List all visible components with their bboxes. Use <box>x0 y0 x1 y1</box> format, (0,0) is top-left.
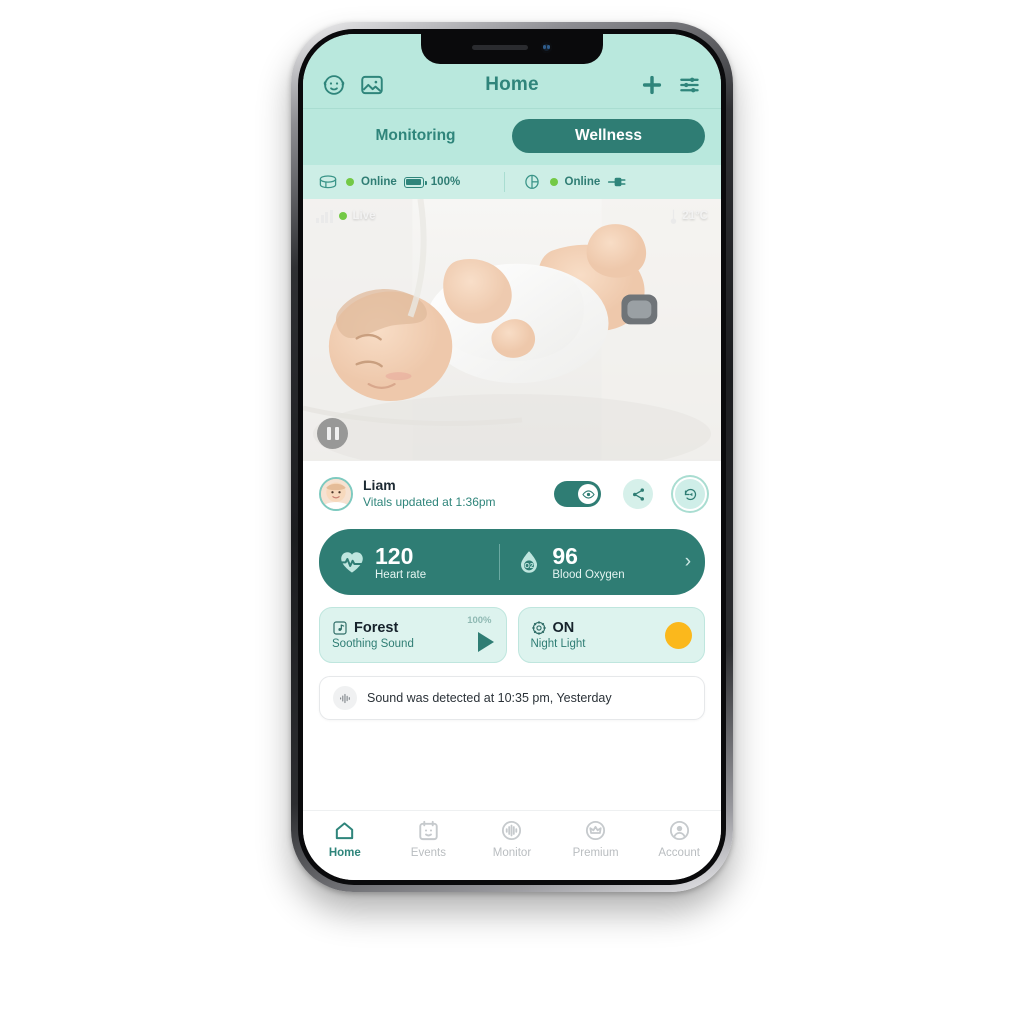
device-status-sock[interactable]: Online 100% <box>317 172 504 192</box>
tab-premium-label: Premium <box>572 847 619 859</box>
night-light-tile[interactable]: ON Night Light <box>517 607 705 663</box>
vitals-card[interactable]: 120 Heart rate O2 96 Blood Oxygen › <box>319 529 705 595</box>
video-visibility-toggle[interactable] <box>554 481 601 507</box>
temperature-label: 21°C <box>682 210 708 222</box>
control-tiles: Forest Soothing Sound 100% ON Night Ligh… <box>319 607 705 663</box>
svg-text:O2: O2 <box>525 563 534 570</box>
device-status-label: Online <box>361 176 397 188</box>
music-note-icon <box>332 620 348 636</box>
phone-bezel: Home Monitoring Wellness Online 100% Onl… <box>298 29 726 885</box>
thermometer-icon <box>669 208 678 225</box>
tab-account[interactable]: Account <box>637 819 721 859</box>
phone-frame: Home Monitoring Wellness Online 100% Onl… <box>291 22 733 892</box>
heart-rate-label: Heart rate <box>375 568 427 581</box>
battery-level: 100% <box>430 176 461 188</box>
front-camera-icon <box>541 41 552 53</box>
device-status-camera[interactable]: Online <box>505 172 708 192</box>
night-light-icon <box>531 620 547 636</box>
baby-summary-row: Liam Vitals updated at 1:36pm <box>319 471 705 515</box>
baby-name: Liam <box>363 477 396 494</box>
calendar-icon <box>417 819 440 842</box>
night-light-subtitle: Night Light <box>530 638 586 650</box>
heart-rate-value: 120 <box>375 542 414 569</box>
earpiece-speaker <box>472 44 528 50</box>
blood-oxygen-icon: O2 <box>516 549 542 575</box>
smart-sock-icon <box>317 172 339 192</box>
sound-name: Forest <box>354 620 399 636</box>
vital-blood-oxygen: O2 96 Blood Oxygen <box>500 542 676 581</box>
power-plug-icon <box>607 175 629 189</box>
signal-bars-icon <box>316 209 333 223</box>
sound-subtitle: Soothing Sound <box>332 638 414 650</box>
monitor-wave-icon <box>500 819 523 842</box>
tab-monitoring[interactable]: Monitoring <box>319 119 512 153</box>
main-content: Liam Vitals updated at 1:36pm 120 Heart … <box>303 461 721 810</box>
live-label: Live <box>352 210 376 222</box>
baby-camera-image <box>303 199 721 460</box>
avatar[interactable] <box>319 477 353 511</box>
screenshot-canvas: Home Monitoring Wellness Online 100% Onl… <box>0 0 1024 1024</box>
vitals-updated-label: Vitals updated at 1:36pm <box>363 494 496 509</box>
pause-button[interactable] <box>317 418 348 449</box>
account-icon <box>668 819 691 842</box>
sound-wave-icon <box>333 686 357 710</box>
video-overlay-top: Live 21°C <box>303 199 721 233</box>
device-status-bar: Online 100% Online <box>303 165 721 199</box>
crown-icon <box>584 819 607 842</box>
live-video-feed[interactable]: Live 21°C <box>303 199 721 461</box>
phone-notch <box>421 34 603 64</box>
blood-oxygen-value: 96 <box>552 542 578 569</box>
bottom-tab-bar: Home Events Monitor Premium Account <box>303 810 721 880</box>
play-icon[interactable] <box>477 632 494 652</box>
phone-screen: Home Monitoring Wellness Online 100% Onl… <box>303 34 721 880</box>
heart-pulse-icon <box>339 549 365 575</box>
camera-icon <box>521 172 543 192</box>
baby-face-icon[interactable] <box>321 72 347 98</box>
home-icon <box>333 819 356 842</box>
sliders-icon[interactable] <box>677 72 703 98</box>
tab-premium[interactable]: Premium <box>554 819 638 859</box>
battery-icon <box>403 176 427 188</box>
tab-monitor-label: Monitor <box>492 847 532 859</box>
tab-account-label: Account <box>658 847 700 859</box>
sound-volume-label: 100% <box>467 615 492 626</box>
tab-home-label: Home <box>328 847 361 859</box>
device-status-label: Online <box>564 176 601 188</box>
live-status-dot <box>338 212 347 220</box>
share-button[interactable] <box>623 479 653 509</box>
avatar-image <box>321 479 351 509</box>
tab-monitor[interactable]: Monitor <box>470 819 554 859</box>
notification-text: Sound was detected at 10:35 pm, Yesterda… <box>367 691 612 705</box>
night-light-state: ON <box>552 620 575 636</box>
status-dot-online <box>346 178 354 186</box>
tab-events-label: Events <box>410 847 446 859</box>
status-dot-online <box>549 178 558 186</box>
vital-heart-rate: 120 Heart rate <box>339 542 499 581</box>
baby-meta: Liam Vitals updated at 1:36pm <box>363 477 544 510</box>
share-icon <box>631 487 646 502</box>
blood-oxygen-label: Blood Oxygen <box>552 568 625 581</box>
vitals-chevron-icon[interactable]: › <box>677 551 691 573</box>
playback-history-icon <box>683 487 698 502</box>
eye-icon <box>578 484 598 504</box>
night-light-color-swatch[interactable] <box>665 621 692 649</box>
plus-icon[interactable] <box>639 72 665 98</box>
notification-banner[interactable]: Sound was detected at 10:35 pm, Yesterda… <box>319 676 705 720</box>
gallery-icon[interactable] <box>359 72 385 98</box>
playback-history-button[interactable] <box>675 479 705 509</box>
tab-home[interactable]: Home <box>303 819 387 859</box>
tab-events[interactable]: Events <box>387 819 471 859</box>
page-title: Home <box>485 74 539 95</box>
segment-tabs: Monitoring Wellness <box>303 108 721 165</box>
tab-wellness[interactable]: Wellness <box>512 119 705 153</box>
sound-tile[interactable]: Forest Soothing Sound 100% <box>319 607 507 663</box>
